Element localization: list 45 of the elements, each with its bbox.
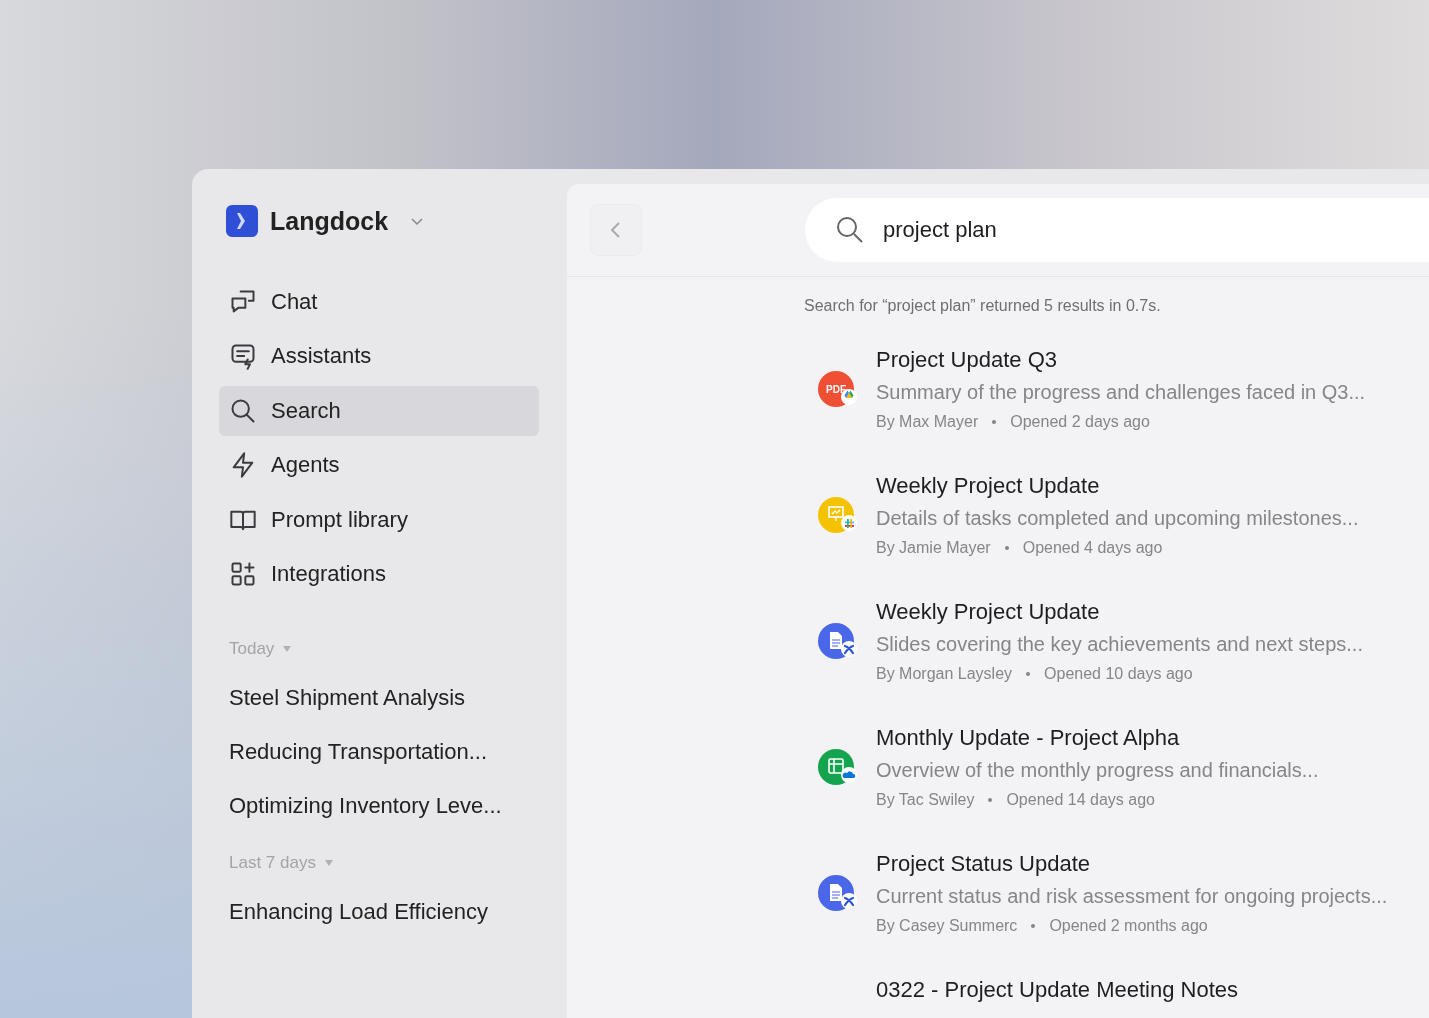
nav-item[interactable]: Chat <box>219 277 539 327</box>
separator-dot <box>1031 924 1036 928</box>
nav-item[interactable]: Assistants <box>219 331 539 382</box>
result-opened-time: Opened 2 months ago <box>1049 917 1208 935</box>
nav-item[interactable]: Integrations <box>219 548 539 599</box>
result-author: By Casey Summerc <box>876 917 1018 935</box>
separator-dot <box>1026 672 1031 676</box>
result-description: Current status and risk assessment for ongoing projects... <box>876 885 1388 908</box>
result-description: Details of tasks completed and upcoming milestones... <box>876 507 1359 530</box>
separator-dot <box>992 420 997 424</box>
separator-dot <box>1004 546 1009 550</box>
nav-item[interactable]: Prompt library <box>219 494 539 545</box>
search-icon <box>835 215 865 245</box>
result-title[interactable]: Project Status Update <box>876 852 1388 876</box>
chat-history-item[interactable]: Enhancing Load Efficiency <box>219 884 539 939</box>
result-opened-time: Opened 10 days ago <box>1044 665 1193 683</box>
search-field[interactable]: project plan <box>805 198 1429 262</box>
results-summary: Search for “project plan” returned 5 results in 0.7s. <box>804 297 1162 315</box>
chat-history-item[interactable]: Optimizing Inventory Leve... <box>219 778 539 833</box>
result-description: Slides covering the key achievements and next steps... <box>876 633 1363 656</box>
result-author: By Tac Swiley <box>876 791 975 809</box>
nav-item[interactable]: Search <box>219 385 539 436</box>
separator-dot <box>988 798 993 802</box>
result-author: By Max Mayer <box>876 413 979 431</box>
result-opened-time: Opened 4 days ago <box>1022 539 1163 557</box>
back-button[interactable] <box>591 205 641 255</box>
result-title[interactable]: Project Update Q3 <box>876 348 1366 372</box>
caret-down-icon[interactable] <box>323 857 334 868</box>
logo-icon <box>226 205 258 237</box>
result-author: By Jamie Mayer <box>876 539 991 557</box>
result-title[interactable]: Monthly Update - Project Alpha <box>876 726 1319 750</box>
chat-history-item[interactable]: Steel Shipment Analysis <box>219 670 539 725</box>
caret-down-icon[interactable] <box>282 643 293 654</box>
result-opened-time: Opened 2 days ago <box>1010 413 1150 431</box>
workspace-name[interactable]: Langdock <box>270 206 389 236</box>
result-title[interactable]: 0322 - Project Update Meeting Notes <box>876 978 1238 1002</box>
result-description: Overview of the monthly progress and financials... <box>876 759 1319 782</box>
message-icon <box>229 342 257 371</box>
chat-history-item[interactable]: Reducing Transportation... <box>219 724 539 779</box>
nav-item[interactable]: Agents <box>219 440 539 491</box>
result-title[interactable]: Weekly Project Update <box>876 474 1359 498</box>
result-title[interactable]: Weekly Project Update <box>876 600 1363 624</box>
result-description: Summary of the progress and challenges faced in Q3... <box>876 381 1366 404</box>
result-author: By Morgan Laysley <box>876 665 1013 683</box>
result-opened-time: Opened 14 days ago <box>1006 791 1155 809</box>
